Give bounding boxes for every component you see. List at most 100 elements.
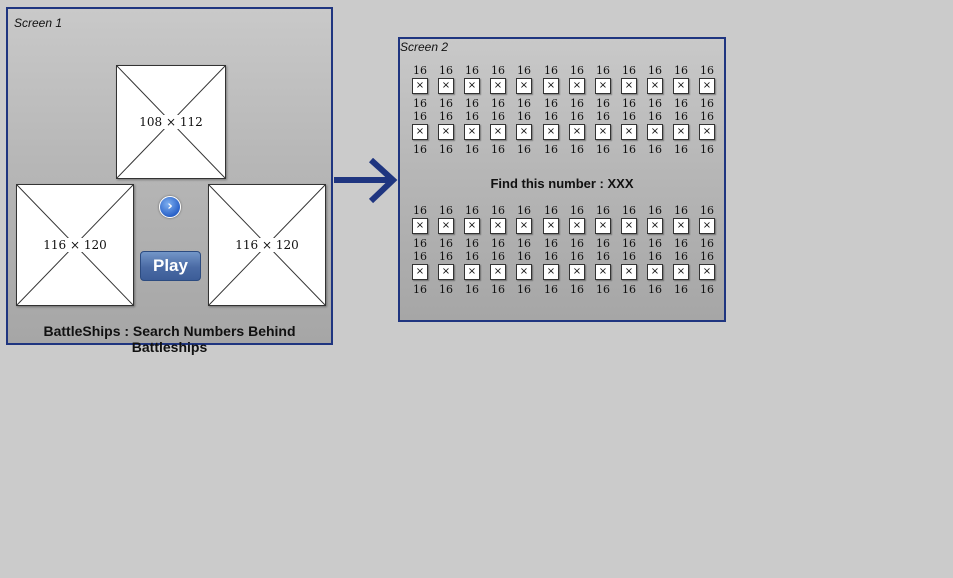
battleship-box-icon[interactable]: ×	[438, 78, 454, 94]
battleship-box-icon[interactable]: ×	[490, 78, 506, 94]
battleship-box-icon[interactable]: ×	[595, 78, 611, 94]
number-cell[interactable]: 16 × 16	[671, 205, 691, 251]
number-cell[interactable]: 16 × 16	[671, 251, 691, 297]
battleship-box-icon[interactable]: ×	[673, 78, 689, 94]
battleship-box-icon[interactable]: ×	[699, 124, 715, 140]
battleship-box-icon[interactable]: ×	[438, 218, 454, 234]
number-cell[interactable]: 16 × 16	[410, 65, 430, 111]
battleship-box-icon[interactable]: ×	[647, 218, 663, 234]
cell-number-bottom: 16	[648, 283, 662, 296]
number-cell[interactable]: 16 × 16	[645, 251, 665, 297]
battleship-box-icon[interactable]: ×	[647, 264, 663, 280]
number-cell[interactable]: 16 × 16	[462, 251, 482, 297]
number-cell[interactable]: 16 × 16	[462, 205, 482, 251]
battleship-box-icon[interactable]: ×	[699, 78, 715, 94]
number-cell[interactable]: 16 × 16	[541, 251, 561, 297]
number-cell[interactable]: 16 × 16	[593, 65, 613, 111]
battleship-box-icon[interactable]: ×	[490, 124, 506, 140]
battleship-box-icon[interactable]: ×	[569, 264, 585, 280]
number-cell[interactable]: 16 × 16	[462, 111, 482, 157]
number-cell[interactable]: 16 × 16	[410, 111, 430, 157]
number-cell[interactable]: 16 × 16	[567, 251, 587, 297]
number-cell[interactable]: 16 × 16	[645, 65, 665, 111]
number-cell[interactable]: 16 × 16	[671, 65, 691, 111]
battleship-box-icon[interactable]: ×	[621, 218, 637, 234]
battleship-box-icon[interactable]: ×	[516, 78, 532, 94]
number-cell[interactable]: 16 × 16	[697, 251, 717, 297]
number-cell[interactable]: 16 × 16	[645, 205, 665, 251]
battleship-box-icon[interactable]: ×	[464, 218, 480, 234]
battleship-box-icon[interactable]: ×	[621, 78, 637, 94]
battleship-box-icon[interactable]: ×	[412, 78, 428, 94]
battleship-box-icon[interactable]: ×	[543, 124, 559, 140]
battleship-box-icon[interactable]: ×	[673, 124, 689, 140]
battleship-box-icon[interactable]: ×	[412, 124, 428, 140]
battleship-box-icon[interactable]: ×	[543, 78, 559, 94]
number-cell[interactable]: 16 × 16	[619, 65, 639, 111]
battleship-box-icon[interactable]: ×	[543, 218, 559, 234]
number-cell[interactable]: 16 × 16	[567, 205, 587, 251]
number-cell[interactable]: 16 × 16	[514, 205, 534, 251]
number-cell[interactable]: 16 × 16	[697, 65, 717, 111]
number-cell[interactable]: 16 × 16	[697, 205, 717, 251]
battleship-box-icon[interactable]: ×	[490, 218, 506, 234]
number-cell[interactable]: 16 × 16	[567, 65, 587, 111]
battleship-box-icon[interactable]: ×	[569, 124, 585, 140]
number-cell[interactable]: 16 × 16	[488, 251, 508, 297]
battleship-box-icon[interactable]: ×	[699, 218, 715, 234]
battleship-box-icon[interactable]: ×	[490, 264, 506, 280]
number-cell[interactable]: 16 × 16	[541, 65, 561, 111]
number-cell[interactable]: 16 × 16	[514, 65, 534, 111]
battleship-box-icon[interactable]: ×	[464, 78, 480, 94]
number-cell[interactable]: 16 × 16	[514, 111, 534, 157]
battleship-box-icon[interactable]: ×	[647, 124, 663, 140]
number-cell[interactable]: 16 × 16	[593, 205, 613, 251]
number-cell[interactable]: 16 × 16	[488, 65, 508, 111]
battleship-box-icon[interactable]: ×	[516, 124, 532, 140]
number-cell[interactable]: 16 × 16	[436, 205, 456, 251]
number-cell[interactable]: 16 × 16	[697, 111, 717, 157]
battleship-box-icon[interactable]: ×	[438, 264, 454, 280]
battleship-box-icon[interactable]: ×	[543, 264, 559, 280]
battleship-box-icon[interactable]: ×	[569, 78, 585, 94]
battleship-box-icon[interactable]: ×	[621, 124, 637, 140]
number-cell[interactable]: 16 × 16	[410, 205, 430, 251]
battleship-box-icon[interactable]: ×	[516, 264, 532, 280]
battleship-box-icon[interactable]: ×	[438, 124, 454, 140]
battleship-box-icon[interactable]: ×	[412, 218, 428, 234]
battleship-box-icon[interactable]: ×	[673, 264, 689, 280]
number-cell[interactable]: 16 × 16	[619, 205, 639, 251]
number-cell[interactable]: 16 × 16	[671, 111, 691, 157]
play-button[interactable]: Play	[140, 251, 201, 281]
battleship-box-icon[interactable]: ×	[412, 264, 428, 280]
number-cell[interactable]: 16 × 16	[567, 111, 587, 157]
number-cell[interactable]: 16 × 16	[488, 111, 508, 157]
number-cell[interactable]: 16 × 16	[488, 205, 508, 251]
number-cell[interactable]: 16 × 16	[514, 251, 534, 297]
number-cell[interactable]: 16 × 16	[410, 251, 430, 297]
number-cell[interactable]: 16 × 16	[436, 65, 456, 111]
battleship-box-icon[interactable]: ×	[464, 264, 480, 280]
number-cell[interactable]: 16 × 16	[541, 205, 561, 251]
number-cell[interactable]: 16 × 16	[541, 111, 561, 157]
number-cell[interactable]: 16 × 16	[462, 65, 482, 111]
battleship-box-icon[interactable]: ×	[595, 124, 611, 140]
battleship-box-icon[interactable]: ×	[595, 218, 611, 234]
number-cell[interactable]: 16 × 16	[436, 251, 456, 297]
battleship-box-icon[interactable]: ×	[595, 264, 611, 280]
number-cell[interactable]: 16 × 16	[645, 111, 665, 157]
battleship-box-icon[interactable]: ×	[464, 124, 480, 140]
battleship-box-icon[interactable]: ×	[516, 218, 532, 234]
battleship-box-icon[interactable]: ×	[699, 264, 715, 280]
number-cell[interactable]: 16 × 16	[593, 251, 613, 297]
number-cell[interactable]: 16 × 16	[436, 111, 456, 157]
number-cell[interactable]: 16 × 16	[593, 111, 613, 157]
battleship-box-icon[interactable]: ×	[673, 218, 689, 234]
battleship-box-icon[interactable]: ×	[647, 78, 663, 94]
number-cell[interactable]: 16 × 16	[619, 111, 639, 157]
battleship-box-icon[interactable]: ×	[621, 264, 637, 280]
number-cell[interactable]: 16 × 16	[619, 251, 639, 297]
battleship-box-icon[interactable]: ×	[569, 218, 585, 234]
cell-number-bottom: 16	[700, 143, 714, 156]
next-arrow-icon[interactable]: ›	[159, 196, 181, 218]
